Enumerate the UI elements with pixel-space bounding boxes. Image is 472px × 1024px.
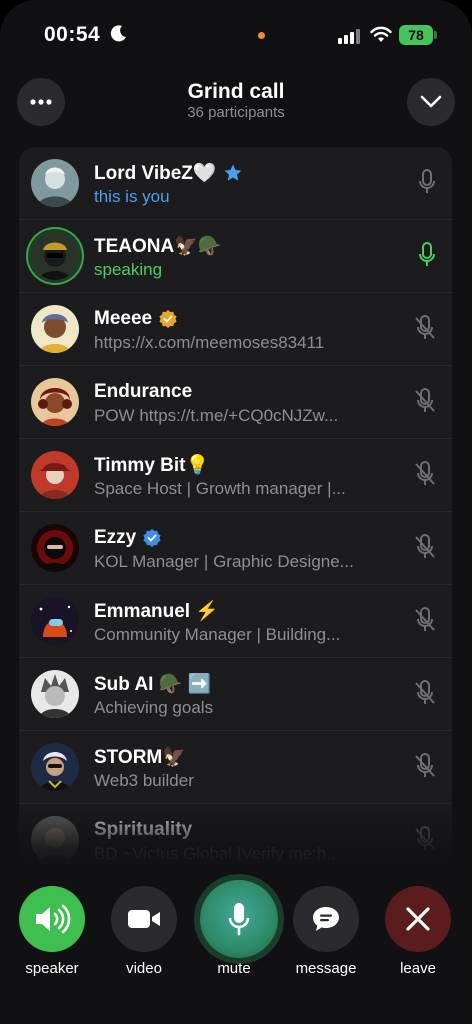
- moon-icon: [110, 25, 126, 42]
- participant-list[interactable]: Lord VibeZ🤍 this is you TEAONA🦅🪖 speakin…: [19, 147, 452, 867]
- avatar: [31, 305, 79, 353]
- privacy-indicator-dot: [258, 32, 265, 39]
- participant-name-line: Ezzy: [94, 526, 162, 550]
- wifi-icon: [370, 26, 392, 42]
- participant-name-line: Lord VibeZ🤍: [94, 161, 243, 185]
- speaker-icon: [36, 904, 71, 934]
- mute-control[interactable]: mute: [200, 880, 278, 977]
- participant-name: Spirituality: [94, 819, 193, 840]
- participant-name-line: Emmanuel ⚡: [94, 599, 219, 623]
- participant-name-line: Sub AI 🪖 ➡️: [94, 672, 211, 696]
- call-title: Grind call: [187, 80, 285, 103]
- verified-badge-icon: [159, 310, 177, 328]
- participant-row[interactable]: STORM🦅 Web3 builder: [19, 731, 452, 804]
- participant-row[interactable]: Sub AI 🪖 ➡️ Achieving goals: [19, 658, 452, 731]
- participant-status: Community Manager | Building...: [94, 625, 341, 644]
- chevron-down-icon: [420, 95, 442, 108]
- participant-name-line: Endurance: [94, 380, 192, 404]
- participant-status: this is you: [94, 187, 170, 206]
- microphone-icon: [419, 169, 435, 193]
- participant-status: Web3 builder: [94, 771, 194, 790]
- video-label: video: [126, 960, 162, 977]
- avatar: [31, 743, 79, 791]
- participant-row[interactable]: Lord VibeZ🤍 this is you: [19, 147, 452, 220]
- participant-name-line: Timmy Bit💡: [94, 453, 209, 477]
- participant-name: Endurance: [94, 381, 193, 402]
- participant-row[interactable]: Endurance POW https://t.me/+CQ0cNJZw...: [19, 366, 452, 439]
- leave-control[interactable]: leave: [384, 886, 452, 977]
- participant-name: Meeee: [94, 308, 153, 329]
- participant-name-line: STORM🦅: [94, 745, 186, 769]
- participant-name: Emmanuel ⚡: [94, 601, 220, 622]
- cellular-signal-icon: [338, 29, 360, 44]
- avatar: [31, 378, 79, 426]
- participant-status: https://x.com/meemoses83411: [94, 333, 325, 352]
- minimize-call-button[interactable]: [407, 78, 455, 126]
- participant-name-line: TEAONA🦅🪖: [94, 234, 222, 258]
- participant-name-line: Meeee: [94, 307, 178, 331]
- avatar: [31, 816, 79, 864]
- microphone-muted-icon: [415, 388, 435, 412]
- microphone-muted-icon: [415, 826, 435, 850]
- participant-row[interactable]: TEAONA🦅🪖 speaking: [19, 220, 452, 293]
- avatar: [31, 159, 79, 207]
- microphone-muted-icon: [415, 680, 435, 704]
- microphone-muted-icon: [415, 607, 435, 631]
- battery-level: 78: [399, 25, 433, 45]
- avatar: [31, 524, 79, 572]
- speaker-button[interactable]: [19, 886, 85, 952]
- video-button[interactable]: [111, 886, 177, 952]
- participant-name-line: Spirituality: [94, 818, 192, 842]
- call-screen: 00:54 78 Grind call 36 participants Lord…: [0, 0, 472, 1024]
- participant-row[interactable]: Emmanuel ⚡ Community Manager | Building.…: [19, 585, 452, 658]
- speaker-label: speaker: [25, 960, 79, 977]
- participant-count: 36 participants: [187, 104, 285, 121]
- participant-row[interactable]: Ezzy KOL Manager | Graphic Designe...: [19, 512, 452, 585]
- mute-button[interactable]: [200, 880, 278, 958]
- leave-label: leave: [400, 960, 436, 977]
- microphone-icon: [228, 903, 250, 936]
- close-icon: [406, 907, 430, 931]
- star-badge-icon: [224, 164, 242, 181]
- status-time: 00:54: [44, 23, 101, 46]
- participant-row[interactable]: Meeee https://x.com/meemoses83411: [19, 293, 452, 366]
- microphone-muted-icon: [415, 461, 435, 485]
- avatar-speaking: [31, 232, 79, 280]
- mute-label: mute: [217, 960, 251, 977]
- status-bar: 00:54 78: [0, 0, 472, 60]
- participant-row[interactable]: Timmy Bit💡 Space Host | Growth manager |…: [19, 439, 452, 512]
- participant-name: Ezzy: [94, 527, 137, 548]
- video-camera-icon: [128, 910, 160, 928]
- verified-badge-icon: [143, 529, 161, 547]
- message-control[interactable]: message: [292, 886, 360, 977]
- speaker-control[interactable]: speaker: [18, 886, 86, 977]
- participant-status: speaking: [94, 260, 163, 279]
- message-label: message: [295, 960, 357, 977]
- microphone-active-icon: [419, 242, 435, 266]
- avatar: [31, 451, 79, 499]
- chat-bubble-icon: [313, 907, 339, 931]
- avatar: [31, 597, 79, 645]
- participant-status: BD ~Victus Global |Verify me:h...: [94, 844, 341, 863]
- participant-name: Timmy Bit💡: [94, 455, 210, 476]
- battery-cap: [434, 31, 437, 39]
- participant-name: Sub AI 🪖 ➡️: [94, 674, 212, 695]
- participant-name: Lord VibeZ🤍: [94, 163, 217, 184]
- leave-button[interactable]: [385, 886, 451, 952]
- participant-status: Space Host | Growth manager |...: [94, 479, 346, 498]
- participant-name: TEAONA🦅🪖: [94, 236, 222, 257]
- video-control[interactable]: video: [110, 886, 178, 977]
- microphone-muted-icon: [415, 315, 435, 339]
- participant-status: KOL Manager | Graphic Designe...: [94, 552, 354, 571]
- participant-row[interactable]: Spirituality BD ~Victus Global |Verify m…: [19, 804, 452, 867]
- message-button[interactable]: [293, 886, 359, 952]
- microphone-muted-icon: [415, 534, 435, 558]
- participant-name: STORM🦅: [94, 747, 186, 768]
- avatar: [31, 670, 79, 718]
- participant-status: Achieving goals: [94, 698, 214, 717]
- participant-status: POW https://t.me/+CQ0cNJZw...: [94, 406, 339, 425]
- microphone-muted-icon: [415, 753, 435, 777]
